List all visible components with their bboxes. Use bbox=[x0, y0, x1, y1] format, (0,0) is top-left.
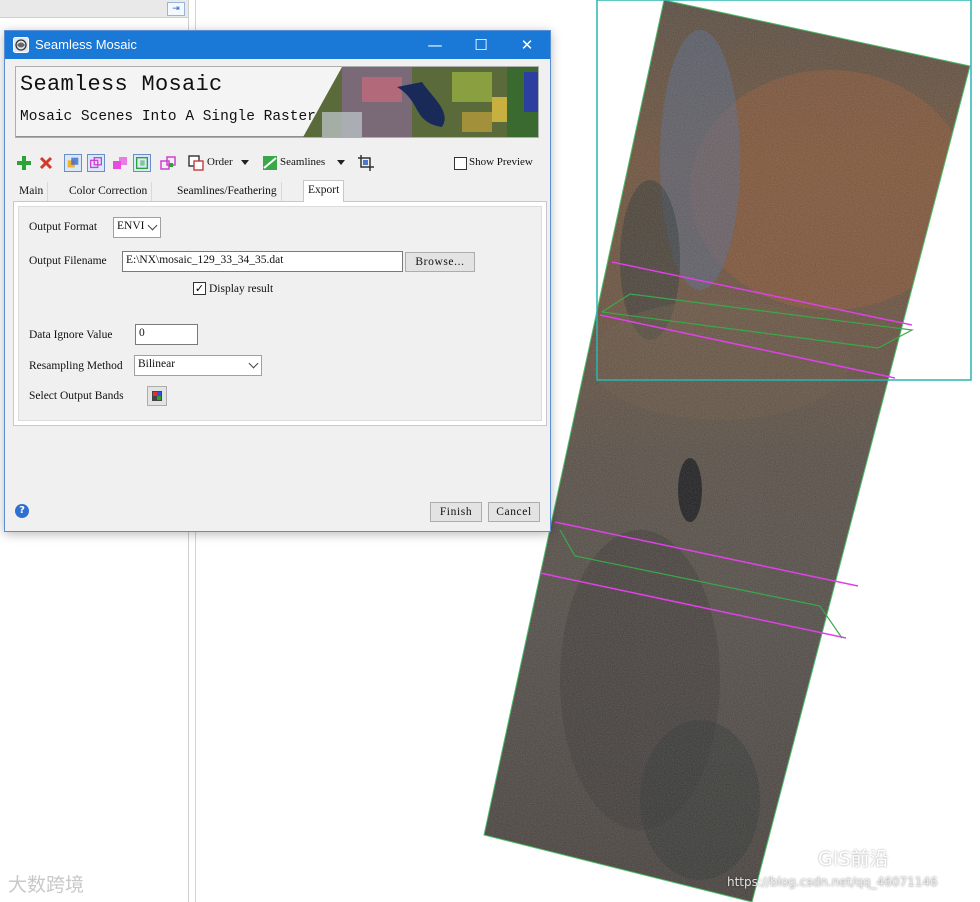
overlap-icon[interactable] bbox=[87, 154, 105, 172]
mosaic-toolbar: Order Seamlines Show Preview bbox=[15, 153, 539, 175]
order-menu-button[interactable]: Order bbox=[207, 156, 233, 168]
show-preview-checkbox[interactable] bbox=[454, 157, 467, 170]
tab-export[interactable]: Export bbox=[303, 180, 345, 202]
banner-title: Seamless Mosaic bbox=[20, 72, 223, 97]
banner-subtitle: Mosaic Scenes Into A Single Raster bbox=[20, 109, 316, 125]
export-panel: Output Format ENVI Output Filename E:\NX… bbox=[13, 201, 547, 426]
wizard-banner: Seamless Mosaic Mosaic Scenes Into A Sin… bbox=[15, 66, 539, 138]
close-button[interactable]: ✕ bbox=[504, 31, 550, 59]
bands-icon bbox=[152, 391, 162, 401]
order-caret-icon[interactable] bbox=[241, 160, 249, 165]
resampling-select[interactable]: Bilinear bbox=[134, 355, 262, 376]
finish-button[interactable]: Finish bbox=[430, 502, 482, 522]
watermark-right: GIS前沿 bbox=[818, 848, 889, 870]
watermark-left: 大数跨境 bbox=[8, 874, 85, 896]
output-filename-field[interactable]: E:\NX\mosaic_129_33_34_35.dat bbox=[122, 251, 403, 272]
display-result-checkbox[interactable]: ✓ bbox=[193, 282, 206, 295]
tab-main[interactable]: Main bbox=[15, 182, 49, 202]
seamlines-icon[interactable] bbox=[261, 154, 279, 172]
order-icon[interactable] bbox=[187, 154, 205, 172]
export-panel-inner: Output Format ENVI Output Filename E:\NX… bbox=[18, 206, 542, 421]
add-icon[interactable] bbox=[15, 154, 33, 172]
select-bands-button[interactable] bbox=[147, 386, 167, 406]
export-icon[interactable] bbox=[133, 154, 151, 172]
remove-icon[interactable] bbox=[37, 154, 55, 172]
output-format-select[interactable]: ENVI bbox=[113, 217, 161, 238]
dialog-title: Seamless Mosaic bbox=[35, 37, 137, 52]
help-icon[interactable]: ? bbox=[15, 504, 29, 518]
dialog-titlebar[interactable]: Seamless Mosaic — ☐ ✕ bbox=[5, 31, 550, 59]
seamless-mosaic-dialog: Seamless Mosaic — ☐ ✕ Seamless Mosaic Mo… bbox=[4, 30, 551, 532]
output-filename-label: Output Filename bbox=[29, 255, 107, 267]
minimize-button[interactable]: — bbox=[412, 31, 458, 59]
crop-icon[interactable] bbox=[357, 154, 375, 172]
resampling-value: Bilinear bbox=[138, 358, 176, 370]
display-result-label: Display result bbox=[209, 283, 274, 295]
footprint-icon[interactable] bbox=[64, 154, 82, 172]
envi-app-icon bbox=[13, 37, 29, 53]
show-preview-label: Show Preview bbox=[469, 156, 533, 168]
resampling-label: Resampling Method bbox=[29, 360, 123, 372]
chevron-down-icon bbox=[147, 220, 158, 231]
select-bands-label: Select Output Bands bbox=[29, 390, 124, 402]
layers-icon[interactable] bbox=[159, 154, 177, 172]
seamlines-caret-icon[interactable] bbox=[337, 160, 345, 165]
cancel-button[interactable]: Cancel bbox=[488, 502, 540, 522]
tab-color-correction[interactable]: Color Correction bbox=[65, 182, 153, 202]
color-icon[interactable] bbox=[111, 154, 129, 172]
output-format-label: Output Format bbox=[29, 221, 98, 233]
watermark-url: https://blog.csdn.net/qq_46071146 bbox=[727, 875, 938, 889]
tab-seamlines-feathering[interactable]: Seamlines/Feathering bbox=[173, 182, 282, 202]
chevron-down-icon bbox=[248, 358, 259, 369]
output-format-value: ENVI bbox=[117, 220, 145, 232]
seamlines-menu-button[interactable]: Seamlines bbox=[280, 156, 325, 168]
browse-button[interactable]: Browse... bbox=[405, 252, 475, 272]
banner-satellite-image bbox=[303, 67, 538, 137]
data-ignore-label: Data Ignore Value bbox=[29, 329, 113, 341]
data-ignore-field[interactable]: 0 bbox=[135, 324, 198, 345]
maximize-button[interactable]: ☐ bbox=[458, 31, 504, 59]
